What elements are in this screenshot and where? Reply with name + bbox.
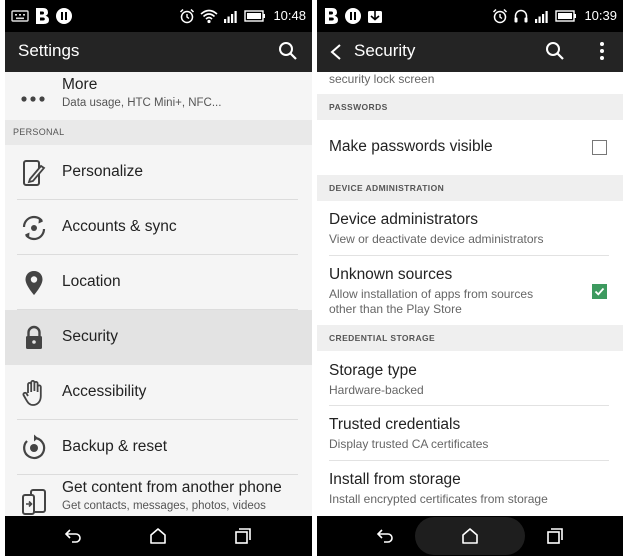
nav-bar [5,516,312,556]
item-title: Storage type [329,362,417,379]
security-screen: 10:39 Security security lock screen PASS… [317,0,623,556]
clock-time: 10:39 [584,8,617,23]
list-item-install-from-storage[interactable]: Install from storage Install encrypted c… [317,461,623,516]
signal-icon [535,11,549,23]
passwords-visible-checkbox[interactable] [592,140,607,155]
list-item-make-passwords-visible[interactable]: Make passwords visible [317,120,623,175]
back-icon[interactable] [63,526,83,546]
battery-icon [555,10,577,22]
keyboard-icon [11,10,29,22]
section-header-device-administration: DEVICE ADMINISTRATION [317,175,623,201]
personalize-icon [23,160,46,186]
more-label: More [62,76,98,93]
list-item-more[interactable]: More Data usage, HTC Mini+, NFC... [5,72,312,120]
item-subtitle: Hardware-backed [329,383,424,397]
item-title: Unknown sources [329,266,453,283]
list-item-get-content[interactable]: Get content from another phone Get conta… [5,475,312,516]
settings-screen: 10:48 Settings More Data usage, HTC Mini… [5,0,312,556]
home-icon[interactable] [460,526,480,546]
pause-icon [56,8,72,24]
item-label: Get content from another phone [62,479,282,496]
item-title: Install from storage [329,471,461,488]
status-bar: 10:48 [5,0,312,32]
item-subtitle: Install encrypted certificates from stor… [329,492,548,506]
app-bar: Security [317,32,623,72]
battery-icon [244,10,266,22]
item-label: Personalize [62,163,143,180]
home-icon[interactable] [148,526,168,546]
item-subtitle: Allow installation of apps from sources [329,287,534,301]
checkmark-icon [594,287,605,296]
clock-time: 10:48 [273,8,306,23]
b-app-icon [36,8,49,24]
list-item-security[interactable]: Security [5,310,312,365]
section-header-credential-storage: CREDENTIAL STORAGE [317,325,623,351]
section-header-passwords: PASSWORDS [317,94,623,120]
hand-icon [22,380,42,406]
headset-icon [514,9,528,23]
security-settings-list: security lock screen PASSWORDS Make pass… [317,72,623,516]
settings-list: More Data usage, HTC Mini+, NFC... PERSO… [5,72,312,516]
lock-icon [26,325,42,349]
b-app-icon [325,8,338,24]
list-item-unknown-sources[interactable]: Unknown sources Allow installation of ap… [317,256,623,325]
signal-icon [224,11,238,23]
backup-icon [23,434,46,460]
item-subtitle: View or deactivate device administrators [329,232,544,246]
more-dots-icon [21,96,45,102]
nav-bar [317,516,623,556]
list-item-backup-reset[interactable]: Backup & reset [5,420,312,475]
page-title: Security [354,41,416,60]
item-subtitle-line2: other than the Play Store [329,302,462,316]
item-title: Device administrators [329,211,479,228]
list-item-accounts-sync[interactable]: Accounts & sync [5,200,312,255]
wifi-icon [200,9,218,24]
back-arrow-icon[interactable] [329,43,343,61]
status-bar: 10:39 [317,0,623,32]
item-label: Accessibility [62,383,147,400]
item-title: Trusted credentials [329,416,461,433]
download-icon [368,9,382,23]
recent-apps-icon[interactable] [545,526,565,546]
list-item-lock-screen[interactable]: security lock screen [317,72,623,94]
more-subtitle: Data usage, HTC Mini+, NFC... [62,97,222,109]
list-item-personalize[interactable]: Personalize [5,145,312,200]
item-subtitle: Display trusted CA certificates [329,437,489,451]
item-subtitle: Get contacts, messages, photos, videos [62,500,266,512]
section-header-personal: PERSONAL [5,120,312,145]
item-label: Accounts & sync [62,218,177,235]
page-title: Settings [18,41,80,60]
alarm-icon [180,8,195,24]
back-icon[interactable] [375,526,395,546]
list-item-accessibility[interactable]: Accessibility [5,365,312,420]
search-icon[interactable] [545,41,565,61]
list-item-trusted-credentials[interactable]: Trusted credentials Display trusted CA c… [317,406,623,461]
sync-icon [22,215,46,241]
item-label: Location [62,273,121,290]
alarm-icon [493,8,508,24]
overflow-menu-icon[interactable] [599,41,605,61]
item-subtitle: security lock screen [329,72,435,86]
list-item-device-administrators[interactable]: Device administrators View or deactivate… [317,201,623,256]
transfer-phone-icon [22,489,46,515]
search-icon[interactable] [278,41,298,61]
app-bar: Settings [5,32,312,72]
location-pin-icon [25,271,43,295]
unknown-sources-checkbox[interactable] [592,284,607,299]
item-title: Make passwords visible [329,138,493,155]
item-label: Backup & reset [62,438,168,455]
list-item-storage-type: Storage type Hardware-backed [317,351,623,406]
pause-icon [345,8,361,24]
list-item-location[interactable]: Location [5,255,312,310]
recent-apps-icon[interactable] [233,526,253,546]
item-label: Security [62,328,118,345]
